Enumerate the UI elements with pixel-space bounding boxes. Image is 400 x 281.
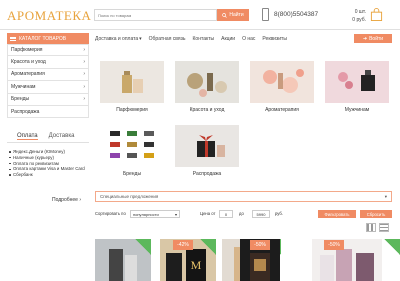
discount-badge: -42%	[173, 240, 193, 250]
nav-item-about[interactable]: О нас	[242, 36, 255, 42]
nav-item-feedback[interactable]: Обратная связь	[149, 36, 186, 42]
list-item: Сбербанк	[9, 172, 91, 178]
discount-badge: -50%	[250, 240, 270, 250]
more-link[interactable]: Подробнее ›	[52, 197, 81, 203]
category-label: Парфюмерия	[116, 107, 148, 113]
cart-count: 0 шт.	[354, 9, 366, 15]
search-button[interactable]: Найти	[217, 9, 249, 21]
top-navigation: Доставка и оплата ▾ Обратная связь Контак…	[95, 36, 287, 42]
chevron-down-icon: ▾	[139, 36, 142, 42]
chevron-right-icon: ›	[83, 47, 85, 54]
shopping-bag-icon[interactable]	[370, 8, 383, 21]
chevron-down-icon: ▾	[174, 211, 177, 217]
menu-icon	[10, 36, 16, 41]
search-button-label: Найти	[229, 12, 244, 18]
discount-badge: -50%	[324, 240, 344, 250]
chevron-right-icon: ›	[83, 96, 85, 103]
chevron-right-icon: ›	[79, 197, 81, 203]
header-divider	[0, 29, 400, 30]
sidebar-item-perfumery[interactable]: Парфюмерия ›	[7, 44, 89, 57]
tabs-divider	[7, 142, 89, 143]
category-card-perfumery[interactable]: Парфюмерия	[100, 61, 164, 113]
chevron-right-icon: ›	[83, 71, 85, 78]
sidebar-item-aromatherapy[interactable]: Ароматерапия ›	[7, 68, 89, 82]
category-label: Бренды	[122, 171, 142, 177]
nav-item-delivery[interactable]: Доставка и оплата ▾	[95, 36, 142, 42]
login-button[interactable]: ➜ Войти	[354, 34, 392, 43]
sort-filter-bar: Сортировать по популярности ▾ Цена от 0 д…	[95, 209, 392, 219]
chevron-down-icon: ▾	[384, 193, 387, 199]
cosmetics-icon	[175, 61, 239, 103]
perfume-bottle-icon	[100, 61, 164, 103]
nav-item-promotions[interactable]: Акции	[221, 36, 235, 42]
currency-label: руб.	[275, 211, 283, 216]
product-image	[312, 239, 382, 281]
promo-ribbon	[200, 239, 216, 255]
category-label: Мужчинам	[344, 107, 370, 113]
category-card-men[interactable]: Мужчинам	[325, 61, 389, 113]
aroma-flowers-icon	[250, 61, 314, 103]
view-switcher	[366, 223, 389, 232]
specials-label: Специальные предложения	[100, 194, 159, 199]
brand-logos-icon	[100, 125, 164, 167]
phone-icon	[262, 8, 269, 21]
promo-ribbon	[135, 239, 151, 255]
catalog-button[interactable]: КАТАЛОГ ТОВАРОВ	[7, 33, 89, 44]
category-label: Распродажа	[192, 171, 222, 177]
cart-sum: 0 руб.	[352, 17, 366, 23]
filter-button[interactable]: Фильтровать	[318, 210, 356, 218]
category-card-brands[interactable]: Бренды	[100, 125, 164, 177]
tab-delivery[interactable]: Доставка	[49, 133, 75, 140]
promo-ribbon	[384, 239, 400, 255]
mens-perfume-icon	[325, 61, 389, 103]
price-from-label: Цена от	[200, 211, 216, 216]
chevron-right-icon: ›	[83, 83, 85, 90]
nav-item-requisites[interactable]: Реквизиты	[262, 36, 287, 42]
sidebar-item-brands[interactable]: Бренды ›	[7, 93, 89, 106]
sidebar-item-men[interactable]: Мужчинам ›	[7, 81, 89, 94]
reset-button[interactable]: Сбросить	[360, 210, 392, 218]
price-to-input[interactable]: 5990	[252, 210, 270, 218]
payment-methods-list: Яндекс.Деньги (ЮMoney) Наличные (курьеру…	[9, 149, 91, 178]
sidebar-item-beauty[interactable]: Красота и уход ›	[7, 56, 89, 69]
info-tabs: Оплата Доставка	[17, 133, 74, 140]
sort-label: Сортировать по	[95, 211, 126, 216]
svg-text:M: M	[191, 258, 202, 272]
cart-summary[interactable]: 0 шт. 0 руб.	[352, 8, 366, 24]
grid-view-icon[interactable]	[366, 223, 376, 232]
chevron-right-icon: ›	[83, 59, 85, 66]
sidebar-catalog: Парфюмерия › Красота и уход › Ароматерапия…	[7, 44, 89, 119]
gift-box-icon	[175, 125, 239, 167]
product-card[interactable]	[312, 239, 382, 281]
login-button-label: Войти	[369, 35, 384, 42]
search-input[interactable]	[95, 10, 216, 20]
list-view-icon[interactable]	[379, 223, 389, 232]
nav-item-contacts[interactable]: Контакты	[193, 36, 215, 42]
sidebar-item-sale[interactable]: Распродажа	[7, 105, 89, 119]
category-card-sale[interactable]: Распродажа	[175, 125, 239, 177]
category-label: Красота и уход	[189, 107, 225, 113]
price-to-label: до	[239, 211, 244, 216]
phone-number[interactable]: 8(800)5504387	[274, 11, 318, 18]
catalog-button-label: КАТАЛОГ ТОВАРОВ	[19, 35, 67, 42]
sort-select[interactable]: популярности ▾	[130, 210, 180, 218]
search-box[interactable]	[94, 9, 217, 21]
category-card-beauty[interactable]: Красота и уход	[175, 61, 239, 113]
category-label: Ароматерапия	[265, 107, 299, 113]
specials-dropdown[interactable]: Специальные предложения ▾	[95, 191, 392, 202]
category-card-aromatherapy[interactable]: Ароматерапия	[250, 61, 314, 113]
price-from-input[interactable]: 0	[219, 210, 233, 218]
search-icon	[222, 12, 228, 18]
tab-payment[interactable]: Оплата	[17, 133, 38, 140]
login-icon: ➜	[362, 35, 368, 42]
